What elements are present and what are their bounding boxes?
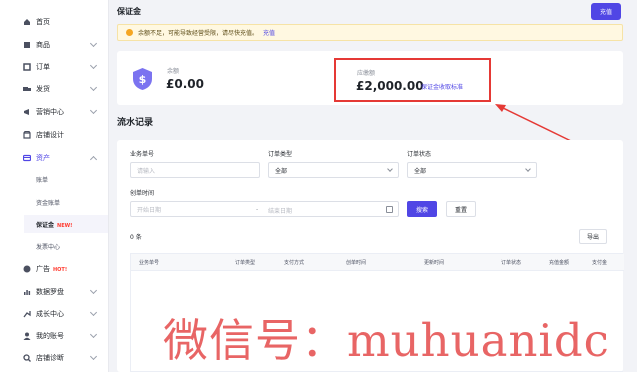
chevron-down-icon xyxy=(387,166,393,172)
column-header: 支付金 xyxy=(592,260,608,266)
column-header: 更新时间 xyxy=(424,260,445,266)
sidebar: 首页 商品 订单 发货 营销中心 店铺设计 资产 账单 资金账单 保证金 NEW! xyxy=(0,0,109,372)
box-icon xyxy=(23,41,31,49)
business-no-placeholder: 请输入 xyxy=(137,167,156,175)
order-status-value: 全部 xyxy=(414,167,427,175)
sidebar-item-orders[interactable]: 订单 xyxy=(0,59,109,75)
recharge-button[interactable]: 充值 xyxy=(591,3,621,20)
user-icon xyxy=(23,332,31,340)
column-header: 充值金额 xyxy=(549,260,570,266)
sidebar-item-assets[interactable]: 资产 xyxy=(0,150,109,166)
payable-label: 应缴额 xyxy=(357,70,376,77)
business-no-input[interactable]: 请输入 xyxy=(130,162,260,178)
end-date-placeholder: 结束日期 xyxy=(268,208,293,215)
sidebar-item-ads-label: 广告 xyxy=(36,265,50,273)
shield-dollar-icon: $ xyxy=(133,68,152,90)
records-title: 流水记录 xyxy=(117,118,154,128)
hot-badge: HOT! xyxy=(53,267,68,273)
sidebar-item-marketing[interactable]: 营销中心 xyxy=(0,104,109,120)
home-icon xyxy=(23,18,31,26)
sidebar-subitem-deposit-label: 保证金 xyxy=(36,222,55,229)
watermark: 微信号：muhuanidc xyxy=(163,314,610,367)
payable-amount-highlight: 应缴额 £2,000.00 保证金收取标准 xyxy=(334,58,491,102)
sidebar-subitem-deposit[interactable]: 保证金 NEW! xyxy=(0,216,109,232)
balance-label: 余额 xyxy=(167,68,180,75)
sidebar-item-store-design[interactable]: 店铺设计 xyxy=(0,127,109,143)
sidebar-subitem-invoice[interactable]: 发票中心 xyxy=(0,238,109,254)
chevron-down-icon xyxy=(525,166,531,172)
chevron-down-icon xyxy=(89,308,98,317)
chevron-down-icon xyxy=(89,106,98,115)
notice-text: 余额不足，可能导致经营受限，请尽快充值。 xyxy=(138,30,259,37)
sidebar-item-diagnosis[interactable]: 店铺诊断 xyxy=(0,350,109,366)
wallet-icon xyxy=(23,154,31,162)
svg-text:$: $ xyxy=(139,73,147,86)
created-time-label: 创单时间 xyxy=(130,190,155,197)
calendar-icon xyxy=(386,206,393,213)
notice-bar: 余额不足，可能导致经营受限，请尽快充值。 充值 xyxy=(117,24,623,41)
column-header: 业务单号 xyxy=(139,260,160,266)
list-icon xyxy=(23,63,31,71)
order-type-value: 全部 xyxy=(275,167,288,175)
new-badge: NEW! xyxy=(57,223,73,229)
ad-icon xyxy=(23,265,31,273)
store-icon xyxy=(23,131,31,139)
chevron-down-icon xyxy=(89,286,98,295)
export-button[interactable]: 导出 xyxy=(579,229,607,244)
balance-value: £0.00 xyxy=(166,77,204,91)
deposit-standard-link[interactable]: 保证金收取标准 xyxy=(421,82,463,91)
date-range-picker[interactable]: 开始日期 - 结束日期 xyxy=(130,201,399,217)
business-no-label: 业务单号 xyxy=(130,151,155,158)
order-status-label: 订单状态 xyxy=(407,151,432,158)
bar-chart-icon xyxy=(23,288,31,296)
sidebar-item-shipping[interactable]: 发货 xyxy=(0,81,109,97)
page-title: 保证金 xyxy=(117,7,141,16)
diagnosis-icon xyxy=(23,354,31,362)
truck-icon xyxy=(23,85,31,93)
chevron-down-icon xyxy=(89,352,98,361)
column-header: 创单时间 xyxy=(346,260,367,266)
date-separator: - xyxy=(256,206,259,213)
growth-icon xyxy=(23,310,31,318)
sidebar-item-account[interactable]: 我的账号 xyxy=(0,328,109,344)
balance-card: $ 余额 £0.00 应缴额 £2,000.00 保证金收取标准 xyxy=(117,51,623,105)
sidebar-subitem-bills[interactable]: 账单 xyxy=(0,171,109,187)
search-button[interactable]: 搜索 xyxy=(407,201,437,217)
order-status-select[interactable]: 全部 xyxy=(407,162,537,178)
notice-recharge-link[interactable]: 充值 xyxy=(263,28,275,37)
order-type-select[interactable]: 全部 xyxy=(268,162,399,178)
chevron-down-icon xyxy=(89,83,98,92)
table-header: 业务单号 订单类型 支付方式 创单时间 更新时间 订单状态 充值金额 支付金 xyxy=(131,254,624,271)
sidebar-item-products[interactable]: 商品 xyxy=(0,37,109,53)
sidebar-subitem-fund-bills[interactable]: 资金账单 xyxy=(0,194,109,210)
start-date-placeholder: 开始日期 xyxy=(137,206,162,214)
megaphone-icon xyxy=(23,108,31,116)
column-header: 支付方式 xyxy=(284,260,305,266)
sidebar-item-home[interactable]: 首页 xyxy=(0,14,109,30)
chevron-down-icon xyxy=(89,330,98,339)
sidebar-item-growth[interactable]: 成长中心 xyxy=(0,306,109,322)
warning-icon xyxy=(126,29,133,36)
chevron-down-icon xyxy=(89,39,98,48)
chevron-up-icon xyxy=(89,155,98,164)
record-count: 0 条 xyxy=(130,234,142,241)
sidebar-item-data-compass[interactable]: 数据罗盘 xyxy=(0,284,109,300)
column-header: 订单类型 xyxy=(235,260,256,266)
annotation-arrow xyxy=(495,104,572,142)
order-type-label: 订单类型 xyxy=(268,151,293,158)
column-header: 订单状态 xyxy=(501,260,522,266)
chevron-down-icon xyxy=(89,61,98,70)
payable-value: £2,000.00 xyxy=(356,79,424,93)
sidebar-item-ads[interactable]: 广告 HOT! xyxy=(0,261,109,277)
reset-button[interactable]: 重置 xyxy=(446,201,476,217)
